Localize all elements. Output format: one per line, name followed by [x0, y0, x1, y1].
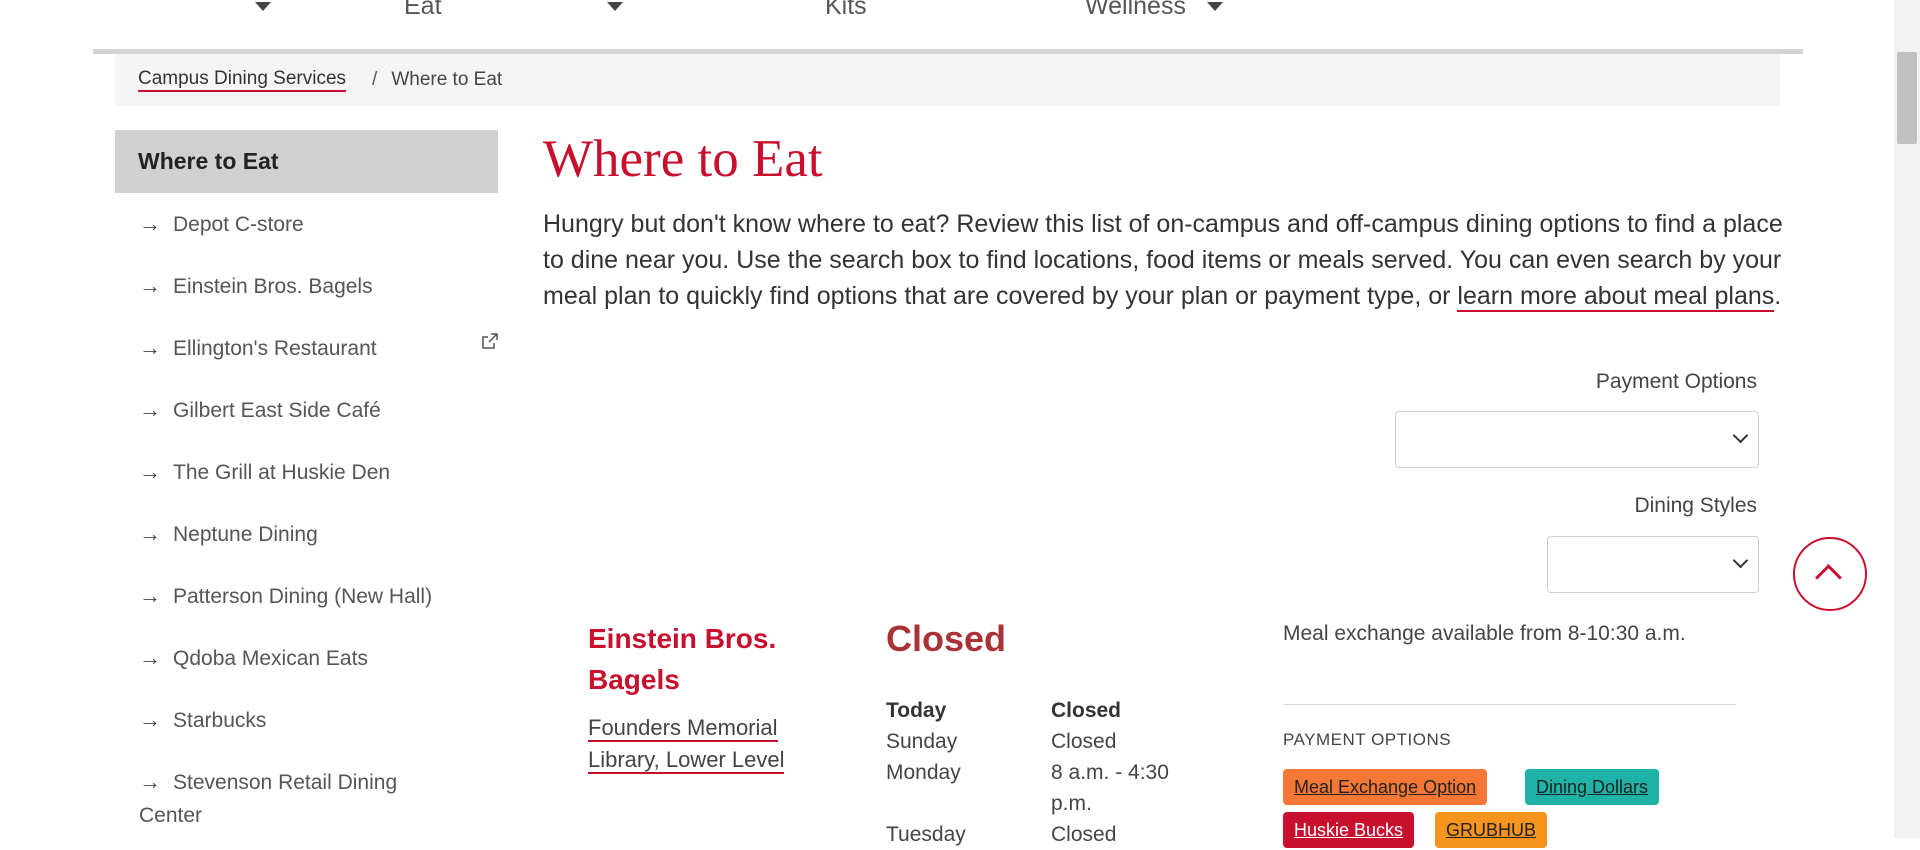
arrow-right-icon: → [139, 397, 161, 422]
sidebar-item[interactable]: → Qdoba Mexican Eats [115, 627, 498, 689]
payment-badge[interactable]: Huskie Bucks [1283, 812, 1415, 848]
nav-item-kits[interactable]: Kits [825, 0, 867, 21]
arrow-right-icon: → [139, 645, 161, 670]
sidebar-item[interactable]: → Depot C-store [115, 193, 498, 255]
hours-time: Closed [1051, 823, 1117, 846]
nav-item-wellness[interactable]: Wellness [1085, 0, 1186, 21]
location-name[interactable]: Einstein Bros. Bagels [588, 618, 818, 700]
sidebar-item[interactable]: → Einstein Bros. Bagels [115, 255, 498, 317]
intro-paragraph: Hungry but don't know where to eat? Revi… [543, 206, 1783, 314]
sidebar-list: → Depot C-store → Einstein Bros. Bagels → Ell… [115, 193, 498, 846]
breadcrumb-separator: / [372, 69, 378, 90]
sidebar-item[interactable]: → Patterson Dining (New Hall) [115, 565, 498, 627]
hours-day: Tuesday [886, 823, 966, 846]
nav-item-eat[interactable]: Eat [404, 0, 442, 21]
dining-styles-select[interactable] [1547, 536, 1759, 593]
sidebar-item-label[interactable]: The Grill at Huskie Den [173, 461, 390, 484]
sidebar-item[interactable]: → Neptune Dining [115, 503, 498, 565]
intro-end: . [1774, 282, 1782, 310]
sidebar-item[interactable]: → Ellington's Restaurant [115, 317, 498, 379]
arrow-right-icon: → [139, 707, 161, 732]
sidebar-item-label[interactable]: Starbucks [173, 709, 266, 732]
payment-badge[interactable]: Meal Exchange Option [1283, 769, 1488, 805]
hours-row: Monday 8 a.m. - 4:30 p.m. [886, 757, 1201, 819]
hours-row: Today Closed [886, 695, 1201, 726]
hours-time: Closed [1051, 699, 1122, 722]
sidebar-heading[interactable]: Where to Eat [115, 130, 498, 193]
chevron-down-icon [1732, 552, 1749, 569]
chevron-up-icon [1815, 564, 1842, 591]
sidebar-item-label[interactable]: Ellington's Restaurant [173, 337, 377, 360]
divider [1283, 704, 1736, 705]
payment-badge-label[interactable]: Dining Dollars [1536, 777, 1648, 797]
arrow-right-icon: → [139, 583, 161, 608]
sidebar-item[interactable]: → Gilbert East Side Café [115, 379, 498, 441]
sidebar-item-label[interactable]: Gilbert East Side Café [173, 399, 381, 422]
sidebar-item[interactable]: → The Grill at Huskie Den [115, 441, 498, 503]
top-navigation: Eat Kits Wellness [0, 0, 1890, 56]
main-content: Where to Eat Hungry but don't know where… [543, 126, 1783, 314]
sidebar-item[interactable]: → Stevenson Retail Dining Center [115, 751, 498, 846]
hours-time: Closed [1051, 730, 1117, 753]
page-scrollbar[interactable] [1894, 0, 1920, 838]
arrow-right-icon: → [139, 335, 161, 360]
payment-badge[interactable]: Dining Dollars [1525, 769, 1660, 805]
location-address-link[interactable]: Founders Memorial Library, Lower Level [588, 712, 828, 776]
arrow-right-icon: → [139, 273, 161, 298]
dropdown-caret-icon[interactable] [1207, 2, 1223, 11]
sidebar-item[interactable]: → Starbucks [115, 689, 498, 751]
arrow-right-icon: → [139, 521, 161, 546]
payment-options-heading: PAYMENT OPTIONS [1283, 730, 1452, 749]
payment-badge-label[interactable]: Huskie Bucks [1294, 820, 1403, 840]
breadcrumb-current: Where to Eat [391, 69, 503, 90]
meal-plans-link[interactable]: learn more about meal plans [1457, 282, 1775, 312]
page-title: Where to Eat [543, 130, 823, 188]
payment-options-label: Payment Options [1595, 370, 1757, 393]
hours-day: Sunday [886, 730, 958, 753]
hours-day: Monday [886, 761, 961, 784]
dining-styles-label: Dining Styles [1634, 494, 1757, 517]
meal-exchange-note: Meal exchange available from 8-10:30 a.m… [1283, 622, 1686, 645]
hours-row: Tuesday Closed [886, 819, 1201, 850]
payment-badge-label[interactable]: Meal Exchange Option [1294, 777, 1476, 797]
dropdown-caret-icon[interactable] [255, 2, 271, 11]
breadcrumb-link-home[interactable]: Campus Dining Services [138, 68, 347, 92]
sidebar-item-label[interactable]: Neptune Dining [173, 523, 318, 546]
scrollbar-thumb[interactable] [1897, 52, 1917, 144]
payment-badge[interactable]: GRUBHUB [1435, 812, 1548, 848]
dropdown-caret-icon[interactable] [607, 2, 623, 11]
chevron-down-icon [1732, 427, 1749, 444]
sidebar-item-label[interactable]: Patterson Dining (New Hall) [173, 585, 432, 608]
back-to-top-button[interactable] [1793, 537, 1867, 611]
sidebar-item-label[interactable]: Qdoba Mexican Eats [173, 647, 368, 670]
location-address[interactable]: Founders Memorial Library, Lower Level [588, 715, 785, 774]
external-link-icon [482, 333, 498, 349]
status-badge: Closed [886, 618, 1007, 659]
hours-row: Sunday Closed [886, 726, 1201, 757]
sidebar-item-label[interactable]: Depot C-store [173, 213, 304, 236]
arrow-right-icon: → [139, 769, 161, 794]
sidebar-item-label[interactable]: Stevenson Retail Dining Center [139, 771, 397, 827]
sidebar-nav: Where to Eat → Depot C-store → Einstein Bro… [115, 130, 498, 846]
hours-time: 8 a.m. - 4:30 p.m. [1051, 761, 1169, 815]
payment-options-select[interactable] [1395, 411, 1759, 468]
arrow-right-icon: → [139, 211, 161, 236]
hours-table: Today Closed Sunday Closed Monday 8 a.m. - 4:… [886, 695, 1201, 850]
payment-badge-label[interactable]: GRUBHUB [1446, 820, 1536, 840]
hours-day: Today [886, 699, 947, 722]
arrow-right-icon: → [139, 459, 161, 484]
sidebar-item-label[interactable]: Einstein Bros. Bagels [173, 275, 373, 298]
breadcrumb: Campus Dining Services / Where to Eat [115, 54, 1780, 106]
